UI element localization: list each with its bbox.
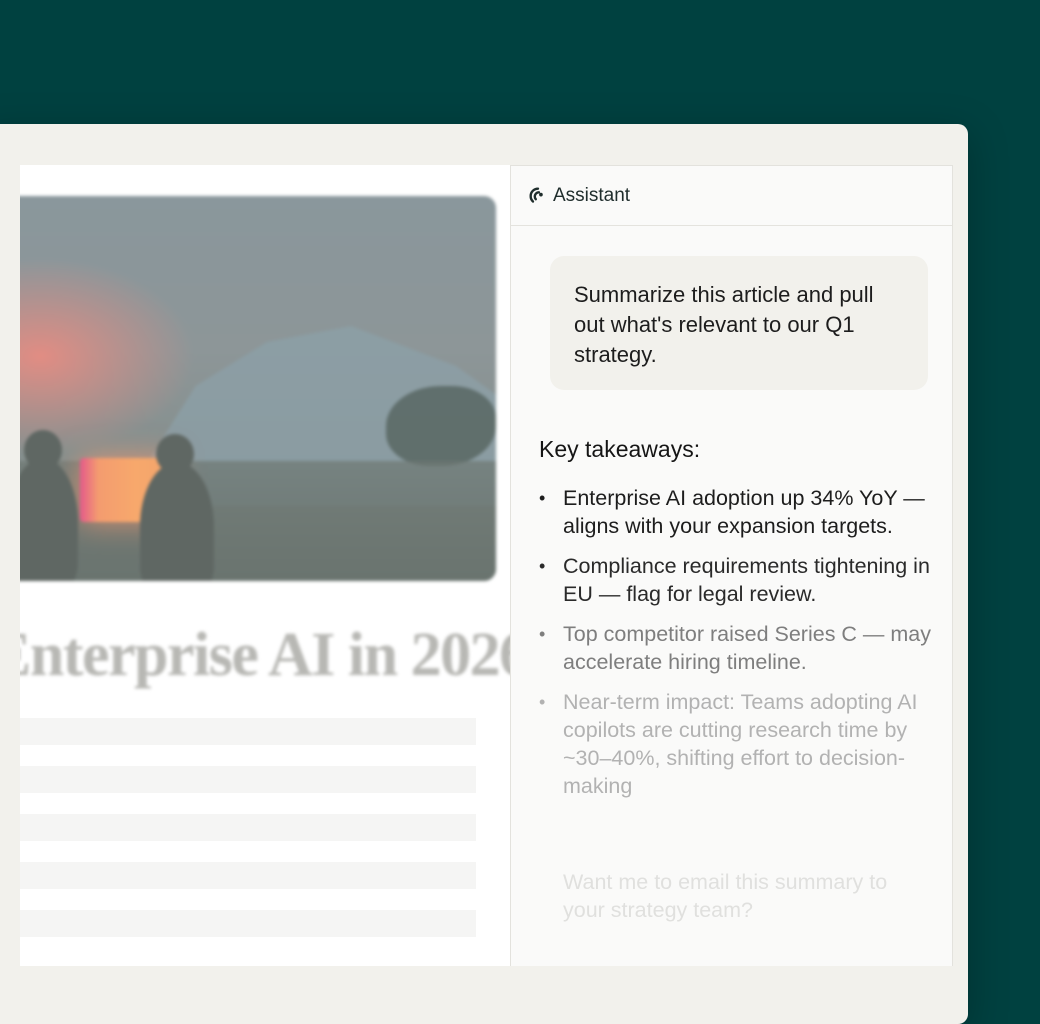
text-placeholder-line [20,766,476,793]
text-placeholder-line [20,814,476,841]
assistant-logo-icon [529,186,543,203]
list-item: Enterprise AI adoption up 34% YoY — alig… [539,484,934,540]
article-pane: Enterprise AI in 2026 [20,165,510,966]
followup-question: Want me to email this summary to your st… [563,870,888,922]
takeaways-heading: Key takeaways: [539,436,701,462]
user-message: Summarize this article and pull out what… [550,256,928,390]
assistant-title: Assistant [553,184,631,206]
list-item: Compliance requirements tightening in EU… [539,552,934,608]
takeaways-list: Enterprise AI adoption up 34% YoY — alig… [539,484,934,812]
text-placeholder-line [20,910,476,937]
text-placeholder-line [20,862,476,889]
article-title: Enterprise AI in 2026 [20,621,510,689]
text-placeholder-line [20,718,476,745]
assistant-header: Assistant [511,166,952,226]
assistant-panel: Assistant Summarize this article and pul… [510,165,953,966]
list-item: Near-term impact: Teams adopting AI copi… [539,688,934,800]
list-item: Top competitor raised Series C — may acc… [539,620,934,676]
article-hero-image [20,196,496,581]
